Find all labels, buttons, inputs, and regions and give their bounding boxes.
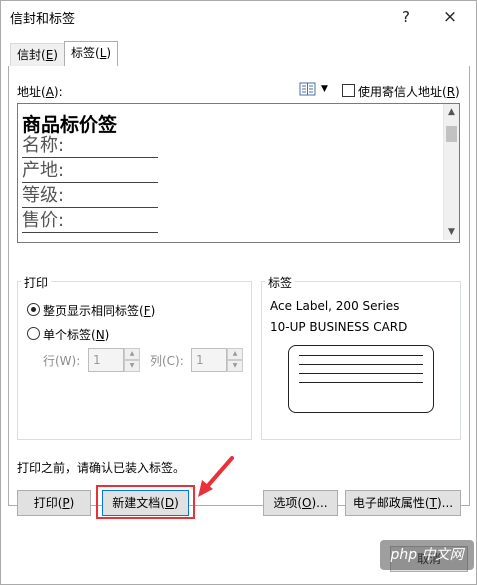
scroll-thumb[interactable]: [446, 126, 457, 142]
col-value: 1: [196, 353, 204, 367]
spin-up-icon[interactable]: ▲: [124, 348, 140, 360]
tab-labels-suffix: ): [106, 46, 112, 60]
tab-envelopes[interactable]: 信封(E): [10, 43, 65, 66]
address-book-icon[interactable]: [299, 82, 319, 96]
address-label-text: 地址(: [17, 85, 46, 99]
title-bar: 信封和标签 ? ×: [0, 0, 477, 34]
address-label-key: A: [45, 85, 54, 99]
options-suffix: )...: [311, 496, 328, 510]
address-line: 产地:: [22, 160, 158, 183]
label-vendor: Ace Label, 200 Series: [270, 299, 400, 313]
row-stepper[interactable]: ▲ ▼: [124, 348, 140, 372]
watermark: php 中文网: [380, 540, 474, 570]
full-page-text: 整页显示相同标签(: [43, 304, 144, 318]
scroll-down-icon[interactable]: ▼: [444, 224, 459, 240]
print-button-text: 打印(: [33, 496, 63, 510]
print-button-suffix: ): [69, 496, 75, 510]
single-label-suffix: ): [104, 328, 110, 342]
single-label-radio[interactable]: [27, 327, 40, 340]
tab-envelopes-label: 信封(: [17, 48, 46, 62]
radio-selected-dot: [31, 307, 36, 312]
address-label-suffix: ):: [53, 85, 63, 99]
single-label-text: 单个标签(: [43, 328, 96, 342]
chevron-down-icon[interactable]: ▼: [321, 84, 328, 94]
row-input[interactable]: 1: [88, 348, 124, 372]
tab-labels-label: 标签(: [71, 46, 100, 60]
single-label-key: N: [95, 328, 105, 342]
spin-down-icon[interactable]: ▼: [124, 360, 140, 372]
return-address-label[interactable]: 使用寄信人地址(R): [358, 83, 460, 100]
help-button[interactable]: ?: [394, 5, 418, 29]
col-input[interactable]: 1: [191, 348, 227, 372]
address-line: 名称:: [22, 135, 158, 158]
row-value: 1: [93, 353, 101, 367]
full-page-key: F: [143, 304, 151, 318]
preview-line: [299, 355, 423, 356]
preview-line: [299, 364, 423, 365]
tab-labels[interactable]: 标签(L): [64, 41, 119, 68]
single-label-label[interactable]: 单个标签(N): [43, 326, 109, 343]
options-text: 选项(: [273, 496, 303, 510]
new-document-button[interactable]: 新建文档(D): [102, 490, 189, 516]
new-doc-key: D: [164, 496, 175, 510]
annotation-arrow-icon: [198, 456, 234, 497]
options-key: O: [302, 496, 312, 510]
address-scrollbar[interactable]: ▲ ▼: [443, 104, 459, 240]
print-group-title: 打印: [21, 274, 52, 291]
new-doc-text: 新建文档(: [112, 496, 165, 510]
scroll-up-icon[interactable]: ▲: [444, 104, 459, 120]
full-page-radio[interactable]: [27, 303, 40, 316]
row-label: 行(W):: [43, 354, 81, 368]
preview-line: [299, 373, 423, 374]
window-title: 信封和标签: [10, 12, 76, 27]
email-key: T: [429, 496, 437, 510]
return-address-text: 使用寄信人地址(: [358, 85, 447, 99]
col-stepper[interactable]: ▲ ▼: [227, 348, 243, 372]
preview-line: [299, 382, 423, 383]
label-product: 10-UP BUSINESS CARD: [270, 320, 408, 334]
email-suffix: )...: [436, 496, 454, 510]
address-textarea[interactable]: 商品标价签 名称: 产地: 等级: 售价: ▲ ▼: [17, 103, 460, 243]
address-line: 售价:: [22, 210, 158, 233]
address-line: 商品标价签: [22, 114, 118, 136]
spin-down-icon[interactable]: ▼: [227, 360, 243, 372]
notice-text: 打印之前，请确认已装入标签。: [17, 461, 186, 475]
return-address-key: R: [446, 85, 456, 99]
spin-up-icon[interactable]: ▲: [227, 348, 243, 360]
address-label: 地址(A):: [17, 83, 63, 100]
return-address-suffix: ): [455, 85, 460, 99]
col-label: 列(C):: [150, 354, 184, 368]
options-button[interactable]: 选项(O)...: [263, 490, 338, 516]
label-preview: [288, 345, 434, 413]
return-address-checkbox[interactable]: [342, 84, 355, 97]
address-line: 等级:: [22, 185, 158, 208]
full-page-suffix: ): [150, 304, 156, 318]
label-group-title: 标签: [265, 274, 296, 291]
close-button[interactable]: ×: [438, 5, 462, 29]
email-text: 电子邮政属性(: [352, 496, 430, 510]
new-doc-suffix: ): [174, 496, 179, 510]
tab-envelopes-suffix: ): [53, 48, 58, 62]
full-page-label[interactable]: 整页显示相同标签(F): [43, 302, 155, 319]
print-button-key: P: [62, 496, 70, 510]
print-button[interactable]: 打印(P): [17, 490, 91, 516]
email-properties-button[interactable]: 电子邮政属性(T)...: [345, 490, 461, 516]
